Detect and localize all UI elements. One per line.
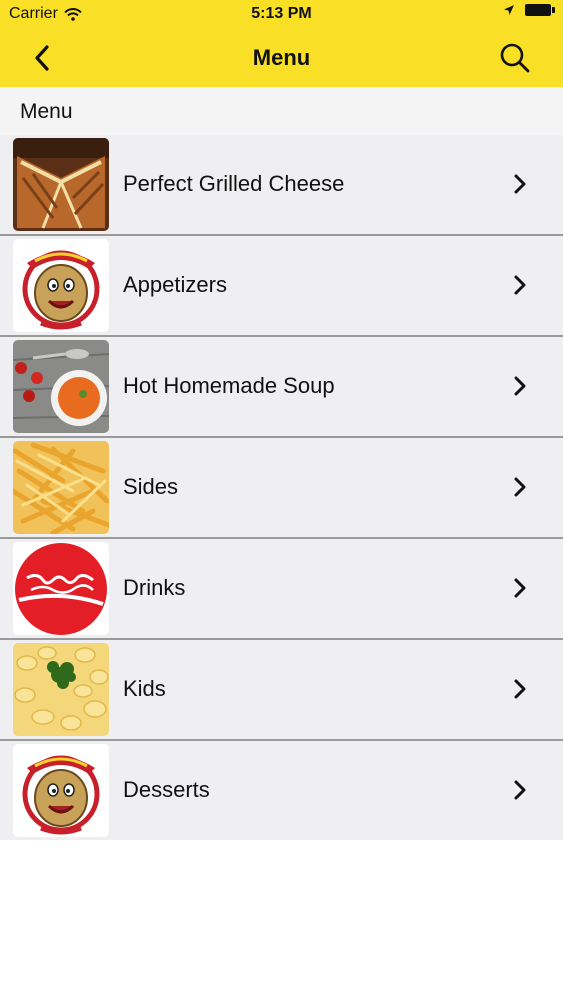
- cassies-logo-image: [13, 744, 109, 837]
- menu-item-kids[interactable]: Kids: [0, 640, 563, 741]
- page-title: Menu: [252, 45, 311, 70]
- menu-item-label: Kids: [123, 676, 166, 701]
- location-arrow-icon: [504, 5, 514, 15]
- cassies-logo-image: [13, 239, 109, 332]
- chevron-right-icon: [514, 780, 526, 800]
- menu-item-sides[interactable]: Sides: [0, 438, 563, 539]
- top-bar: Carrier 5:13 PM Menu: [0, 0, 563, 87]
- chevron-right-icon: [514, 578, 526, 598]
- menu-item-label: Drinks: [123, 575, 186, 600]
- menu-item-drinks[interactable]: Drinks: [0, 539, 563, 640]
- grilled-cheese-image: [13, 138, 109, 231]
- chevron-right-icon: [514, 679, 526, 699]
- chevron-right-icon: [514, 174, 526, 194]
- coca-cola-logo-image: [13, 542, 109, 635]
- menu-item-label: Desserts: [123, 777, 210, 802]
- menu-item-label: Perfect Grilled Cheese: [123, 171, 345, 196]
- menu-item-grilled-cheese[interactable]: Perfect Grilled Cheese: [0, 135, 563, 236]
- menu-item-appetizers[interactable]: Appetizers: [0, 236, 563, 337]
- menu-item-label: Appetizers: [123, 272, 227, 297]
- search-icon: [500, 43, 530, 73]
- chevron-right-icon: [514, 376, 526, 396]
- soup-image: [13, 340, 109, 433]
- section-title: Menu: [20, 100, 73, 123]
- status-bar: Carrier 5:13 PM: [0, 0, 563, 30]
- mac-and-cheese-image: [13, 643, 109, 736]
- menu-list: Perfect Grilled Cheese Appetizers Hot Ho…: [0, 135, 563, 840]
- chevron-right-icon: [514, 477, 526, 497]
- status-right: [503, 4, 555, 16]
- status-time: 5:13 PM: [251, 5, 312, 22]
- navigation-bar: Menu: [0, 30, 563, 87]
- chevron-right-icon: [514, 275, 526, 295]
- section-header: Menu: [0, 87, 563, 135]
- menu-item-soup[interactable]: Hot Homemade Soup: [0, 337, 563, 438]
- battery-icon: [525, 4, 555, 16]
- search-button[interactable]: [497, 40, 533, 76]
- menu-item-label: Hot Homemade Soup: [123, 373, 335, 398]
- fries-image: [13, 441, 109, 534]
- menu-item-label: Sides: [123, 474, 179, 499]
- menu-item-desserts[interactable]: Desserts: [0, 741, 563, 840]
